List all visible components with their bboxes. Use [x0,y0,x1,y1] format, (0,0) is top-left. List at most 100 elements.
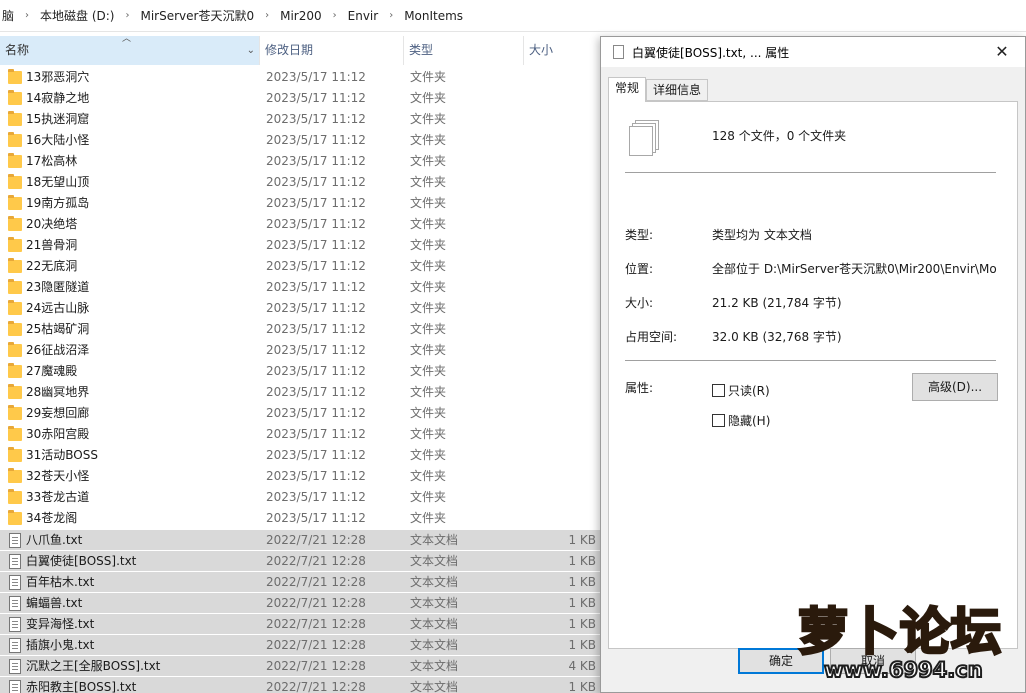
chevron-right-icon[interactable]: › [380,10,402,21]
folder-row[interactable]: 14寂静之地 2023/5/17 11:12 文件夹 [0,88,600,109]
column-header-type[interactable]: 类型 [404,36,524,65]
file-type: 文件夹 [410,301,447,315]
chevron-right-icon[interactable]: › [324,10,346,21]
file-name: 八爪鱼.txt [26,533,83,547]
chevron-right-icon[interactable]: › [256,10,278,21]
file-size: 1 KB [568,554,596,568]
checkbox-box [712,384,725,397]
folder-row[interactable]: 27魔魂殿 2023/5/17 11:12 文件夹 [0,361,600,382]
breadcrumb-item[interactable]: MirServer苍天沉默0 [138,7,256,24]
file-name: 32苍天小怪 [26,469,90,483]
ok-button[interactable]: 确定 [738,648,824,674]
chevron-right-icon[interactable]: › [16,10,38,21]
file-date: 2023/5/17 11:12 [266,217,366,231]
folder-icon [8,195,22,210]
file-size: 1 KB [568,638,596,652]
text-file-icon [9,680,21,693]
folder-row[interactable]: 13邪恶洞穴 2023/5/17 11:12 文件夹 [0,67,600,88]
folder-row[interactable]: 18无望山顶 2023/5/17 11:12 文件夹 [0,172,600,193]
folder-row[interactable]: 28幽冥地界 2023/5/17 11:12 文件夹 [0,382,600,403]
file-date: 2023/5/17 11:12 [266,238,366,252]
file-name: 26征战沼泽 [26,343,90,357]
file-date: 2023/5/17 11:12 [266,322,366,336]
file-date: 2023/5/17 11:12 [266,280,366,294]
file-type: 文本文档 [410,533,459,547]
folder-row[interactable]: 26征战沼泽 2023/5/17 11:12 文件夹 [0,340,600,361]
folder-row[interactable]: 19南方孤岛 2023/5/17 11:12 文件夹 [0,193,600,214]
dialog-titlebar[interactable]: 白翼使徒[BOSS].txt, ... 属性 ✕ [601,37,1025,67]
file-type: 文本文档 [410,596,459,610]
breadcrumb-item[interactable]: 脑 [0,7,16,24]
folder-row[interactable]: 16大陆小怪 2023/5/17 11:12 文件夹 [0,130,600,151]
size-value: 21.2 KB (21,784 字节) [712,296,842,310]
file-rows: 13邪恶洞穴 2023/5/17 11:12 文件夹 14寂静之地 2023/5/17 … [0,67,600,693]
dialog-title: 白翼使徒[BOSS].txt, ... 属性 [632,46,790,60]
file-row[interactable]: 赤阳教主[BOSS].txt 2022/7/21 12:28 文本文档 1 KB [0,676,600,693]
advanced-button[interactable]: 高级(D)... [912,373,998,401]
file-type: 文本文档 [410,638,459,652]
chevron-down-icon[interactable]: ⌄ [247,36,255,65]
cancel-button[interactable]: 取消 [830,648,916,674]
folder-icon [8,237,22,252]
file-row[interactable]: 白翼使徒[BOSS].txt 2022/7/21 12:28 文本文档 1 KB [0,550,600,571]
folder-row[interactable]: 22无底洞 2023/5/17 11:12 文件夹 [0,256,600,277]
folder-row[interactable]: 33苍龙古道 2023/5/17 11:12 文件夹 [0,487,600,508]
file-size: 1 KB [568,596,596,610]
column-header: ︿ 名称 ⌄ 修改日期 类型 大小 [0,36,600,65]
file-type: 文本文档 [410,680,459,693]
folder-row[interactable]: 30赤阳宫殿 2023/5/17 11:12 文件夹 [0,424,600,445]
file-date: 2023/5/17 11:12 [266,448,366,462]
file-row[interactable]: 蝙蝠兽.txt 2022/7/21 12:28 文本文档 1 KB [0,592,600,613]
breadcrumb-item[interactable]: Envir [346,9,381,23]
tab-details[interactable]: 详细信息 [646,79,709,101]
type-label: 类型: [625,228,654,242]
file-name: 百年枯木.txt [26,575,95,589]
chevron-right-icon[interactable]: › [116,10,138,21]
file-type: 文件夹 [410,175,447,189]
breadcrumb-item[interactable]: 本地磁盘 (D:) [38,7,116,24]
file-type: 文件夹 [410,406,447,420]
folder-row[interactable]: 31活动BOSS 2023/5/17 11:12 文件夹 [0,445,600,466]
file-row[interactable]: 变异海怪.txt 2022/7/21 12:28 文本文档 1 KB [0,613,600,634]
folder-row[interactable]: 15执迷洞窟 2023/5/17 11:12 文件夹 [0,109,600,130]
breadcrumb[interactable]: 脑 › 本地磁盘 (D:) › MirServer苍天沉默0 › Mir200 › Envir ›… [0,0,1026,32]
folder-icon [8,342,22,357]
folder-icon [8,468,22,483]
file-name: 24远古山脉 [26,301,90,315]
tab-general[interactable]: 常规 [608,77,647,102]
column-header-size[interactable]: 大小 [524,36,600,65]
column-header-date[interactable]: 修改日期 [260,36,404,65]
folder-row[interactable]: 21兽骨洞 2023/5/17 11:12 文件夹 [0,235,600,256]
file-row[interactable]: 沉默之王[全服BOSS].txt 2022/7/21 12:28 文本文档 4 KB [0,655,600,676]
close-button[interactable]: ✕ [979,37,1025,67]
folder-row[interactable]: 24远古山脉 2023/5/17 11:12 文件夹 [0,298,600,319]
size-label: 大小: [625,296,654,310]
folder-row[interactable]: 23隐匿隧道 2023/5/17 11:12 文件夹 [0,277,600,298]
file-row[interactable]: 百年枯木.txt 2022/7/21 12:28 文本文档 1 KB [0,571,600,592]
readonly-checkbox[interactable]: 只读(R) [712,382,770,399]
folder-row[interactable]: 29妄想回廊 2023/5/17 11:12 文件夹 [0,403,600,424]
attributes-label: 属性: [625,381,654,395]
file-size: 4 KB [568,659,596,673]
folder-row[interactable]: 20决绝塔 2023/5/17 11:12 文件夹 [0,214,600,235]
folder-row[interactable]: 32苍天小怪 2023/5/17 11:12 文件夹 [0,466,600,487]
folder-icon [8,363,22,378]
breadcrumb-item[interactable]: MonItems [402,9,465,23]
breadcrumb-item[interactable]: Mir200 [278,9,324,23]
file-name: 15执迷洞窟 [26,112,90,126]
file-name: 沉默之王[全服BOSS].txt [26,659,161,673]
file-type: 文件夹 [410,280,447,294]
folder-row[interactable]: 25枯竭矿洞 2023/5/17 11:12 文件夹 [0,319,600,340]
file-row[interactable]: 八爪鱼.txt 2022/7/21 12:28 文本文档 1 KB [0,529,600,550]
folder-row[interactable]: 17松高林 2023/5/17 11:12 文件夹 [0,151,600,172]
file-date: 2022/7/21 12:28 [266,596,366,610]
column-header-name[interactable]: ︿ 名称 ⌄ [0,36,260,65]
file-name: 14寂静之地 [26,91,90,105]
hidden-checkbox[interactable]: 隐藏(H) [712,412,770,429]
file-name: 变异海怪.txt [26,617,95,631]
file-row[interactable]: 插旗小鬼.txt 2022/7/21 12:28 文本文档 1 KB [0,634,600,655]
folder-icon [8,174,22,189]
file-type: 文件夹 [410,112,447,126]
folder-row[interactable]: 34苍龙阁 2023/5/17 11:12 文件夹 [0,508,600,529]
file-name: 18无望山顶 [26,175,90,189]
